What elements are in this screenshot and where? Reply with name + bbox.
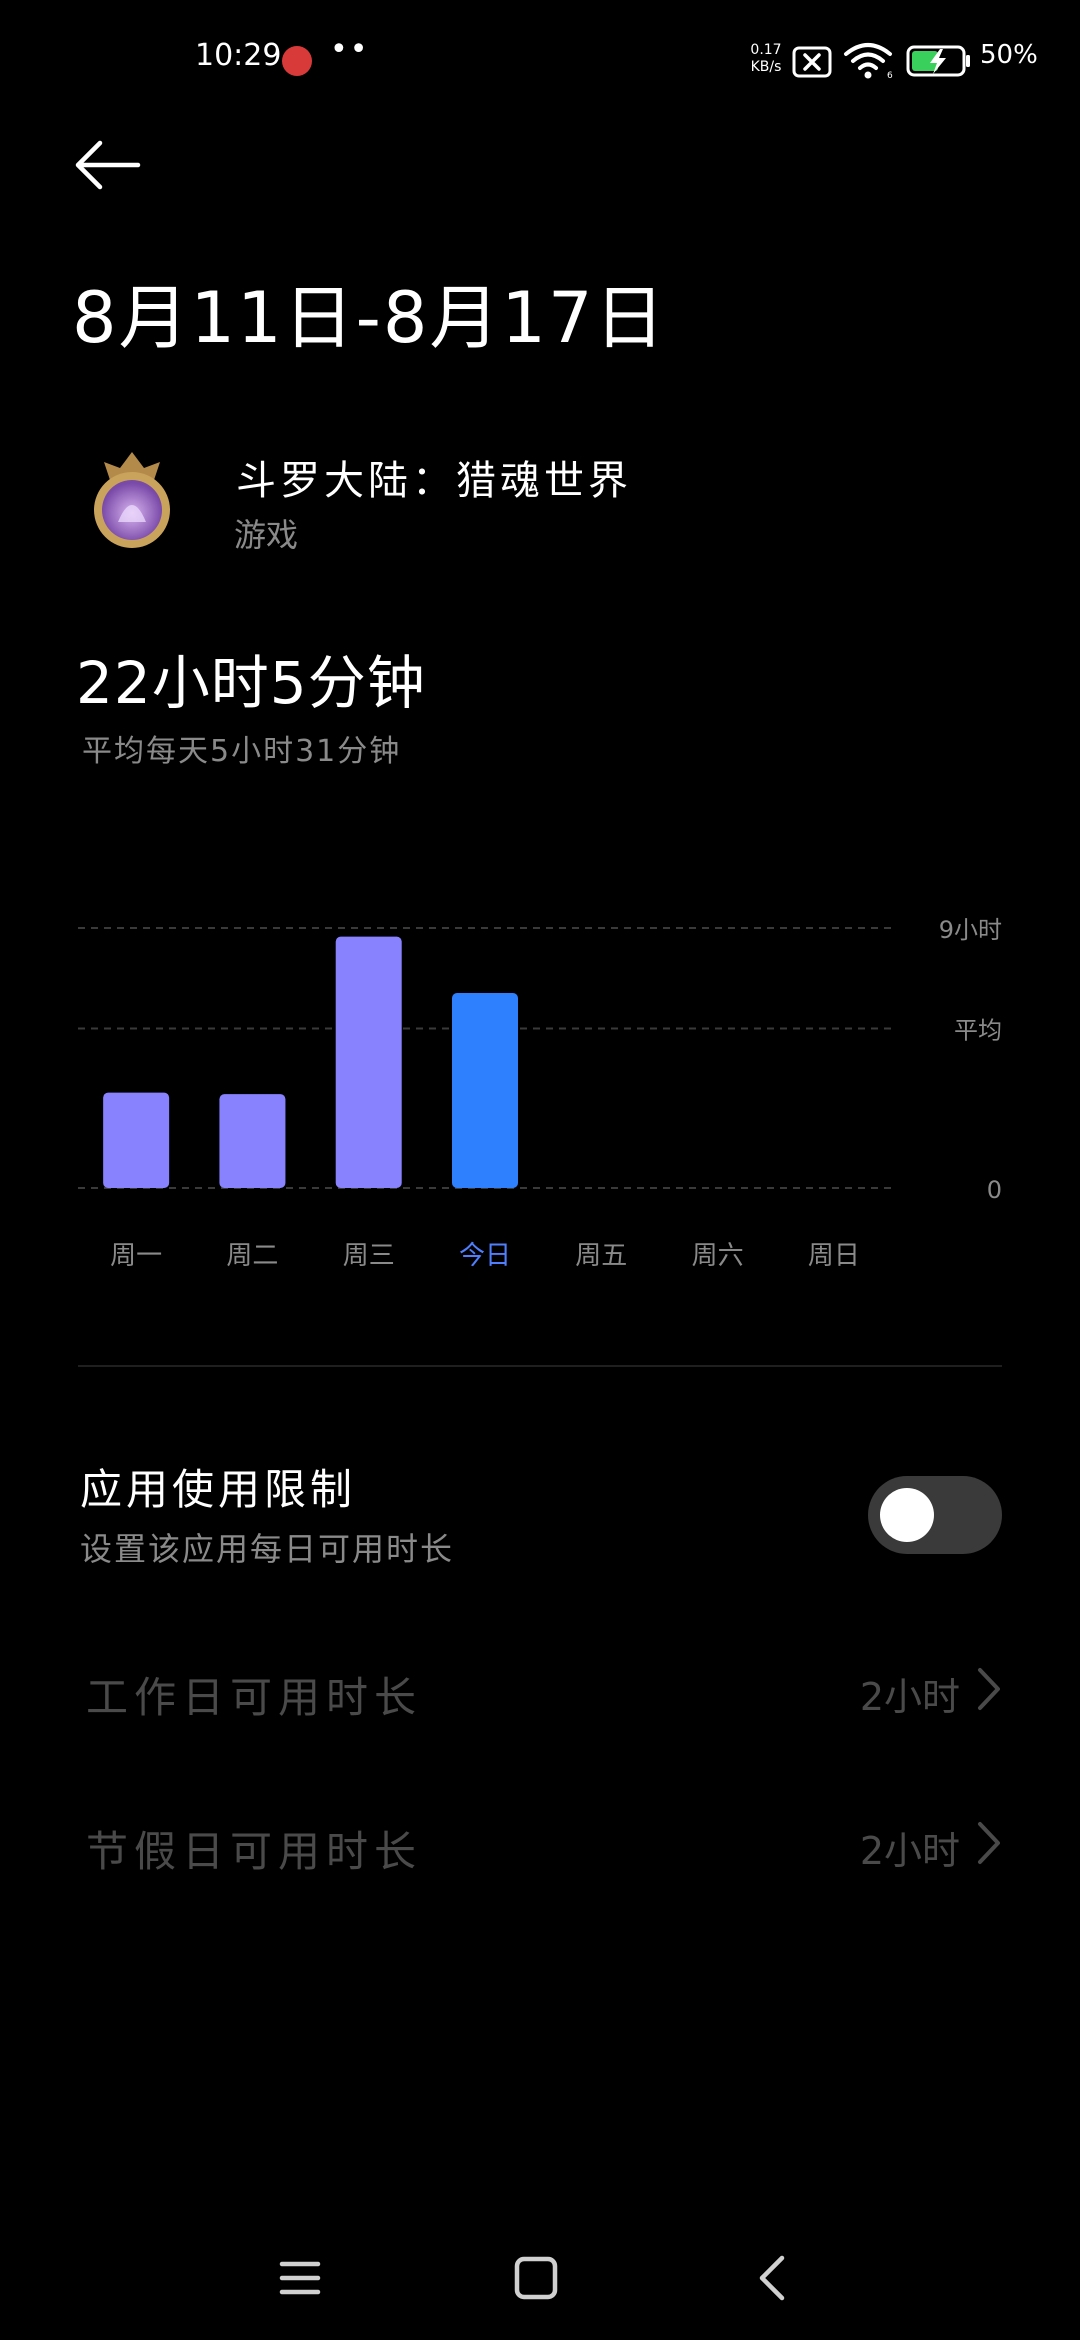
app-limit-description: 设置该应用每日可用时长 bbox=[80, 1530, 455, 1568]
chart-x-label: 周五 bbox=[575, 1241, 627, 1271]
app-category: 游戏 bbox=[234, 516, 299, 554]
chart-x-label: 今日 bbox=[459, 1241, 511, 1271]
chevron-right-icon bbox=[978, 1822, 1000, 1864]
menu-icon[interactable] bbox=[270, 2248, 330, 2308]
wifi-icon: 6 bbox=[844, 43, 893, 80]
chevron-right-icon bbox=[978, 1668, 1000, 1710]
holiday-limit-label: 节假日可用时长 bbox=[86, 1827, 423, 1876]
network-speed-unit: KB/s bbox=[750, 59, 782, 75]
holiday-limit-value: 2小时 bbox=[859, 1829, 960, 1873]
home-icon[interactable] bbox=[506, 2248, 566, 2308]
weekday-limit-row[interactable]: 工作日可用时长 2小时 bbox=[0, 1634, 1080, 1744]
status-time: 10:29 bbox=[195, 38, 282, 73]
chart-y-label: 平均 bbox=[954, 1017, 1002, 1045]
game-app-icon bbox=[94, 452, 170, 548]
chart-x-label: 周日 bbox=[808, 1241, 860, 1271]
weekday-limit-value: 2小时 bbox=[859, 1675, 960, 1719]
chart-y-label: 0 bbox=[987, 1176, 1002, 1204]
chart-y-label: 9小时 bbox=[939, 916, 1002, 944]
total-usage-time: 22小时5分钟 bbox=[76, 649, 426, 717]
sim-disabled-icon bbox=[792, 46, 832, 78]
chart-bar bbox=[219, 1094, 286, 1188]
chart-bar bbox=[103, 1092, 170, 1188]
status-bar: 10:29 •• 0.17 KB/s 6 50% bbox=[0, 0, 1080, 120]
daily-average: 平均每天5小时31分钟 bbox=[82, 734, 402, 769]
chart-x-label: 周六 bbox=[692, 1241, 744, 1271]
divider bbox=[78, 1365, 1002, 1367]
app-notification-icon bbox=[282, 46, 312, 76]
holiday-limit-row[interactable]: 节假日可用时长 2小时 bbox=[0, 1788, 1080, 1898]
app-limit-row: 应用使用限制 设置该应用每日可用时长 bbox=[0, 1440, 1080, 1580]
battery-percent: 50% bbox=[980, 40, 1038, 70]
network-speed-value: 0.17 bbox=[750, 42, 782, 58]
chart-x-label: 周三 bbox=[343, 1241, 395, 1271]
app-limit-toggle[interactable] bbox=[868, 1476, 1002, 1554]
chart-x-label: 周二 bbox=[226, 1241, 278, 1271]
network-speed: 0.17 KB/s bbox=[748, 42, 784, 76]
app-limit-title: 应用使用限制 bbox=[80, 1465, 357, 1514]
navigation-bar bbox=[0, 2220, 1080, 2340]
back-icon[interactable] bbox=[744, 2248, 804, 2308]
battery-charging-icon bbox=[906, 45, 970, 77]
chart-bar bbox=[335, 936, 402, 1188]
back-arrow-icon[interactable] bbox=[70, 130, 150, 200]
toggle-knob bbox=[880, 1488, 934, 1542]
page-title: 8月11日-8月17日 bbox=[72, 277, 667, 359]
chart-x-label: 周一 bbox=[110, 1241, 162, 1271]
app-name: 斗罗大陆：猎魂世界 bbox=[236, 458, 632, 504]
svg-text:6: 6 bbox=[887, 71, 893, 80]
more-notifications-icon: •• bbox=[330, 32, 370, 67]
usage-chart: 9小时平均 0 周一 周二 周三 今日 周五 周六 周日 bbox=[78, 916, 1002, 1271]
chart-bar bbox=[452, 993, 518, 1188]
weekday-limit-label: 工作日可用时长 bbox=[86, 1673, 423, 1722]
